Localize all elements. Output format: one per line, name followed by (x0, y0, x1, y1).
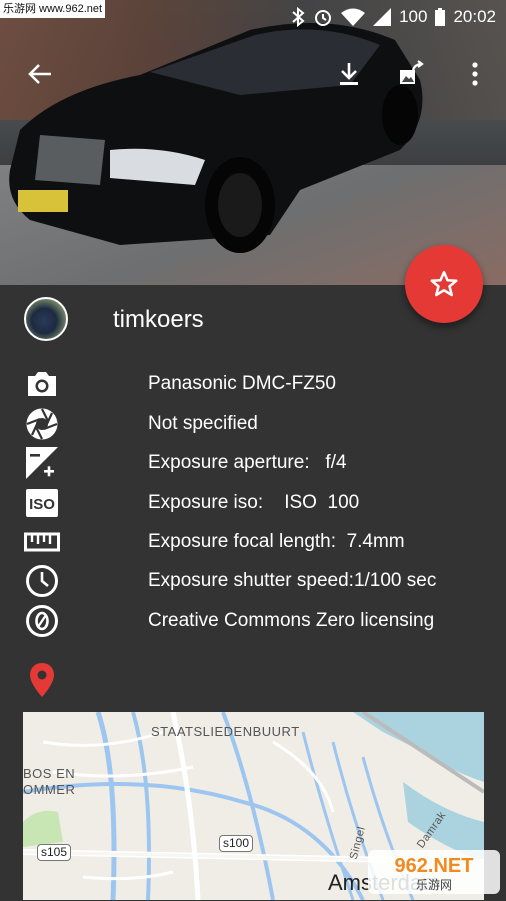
iso-icon: ISO (24, 485, 60, 521)
clock-icon (24, 563, 60, 599)
arrow-left-icon (28, 64, 51, 84)
logo-text: 962.NET (395, 855, 474, 877)
avatar[interactable] (24, 297, 68, 341)
map-label: STAATSLIEDENBUURT (151, 724, 300, 739)
aperture-icon (24, 406, 60, 442)
wifi-icon (341, 8, 366, 26)
info-row-license: Creative Commons Zero licensing (24, 603, 494, 639)
info-row-focal-length: Exposure focal length: 7.4mm (24, 524, 494, 560)
bluetooth-icon (291, 7, 305, 27)
site-watermark: 乐游网 www.962.net (0, 0, 106, 18)
info-row-exposure-aperture: Exposure aperture: f/4 (24, 445, 494, 481)
battery-icon (435, 8, 446, 26)
alarm-icon (313, 7, 333, 27)
exposure-iso: Exposure iso: ISO 100 (148, 492, 360, 513)
wallpaper-share-icon (400, 60, 424, 84)
site-logo: 962.NET 乐游网 (368, 848, 500, 896)
info-row-camera: Panasonic DMC-FZ50 (24, 366, 494, 402)
overflow-menu-button[interactable] (457, 56, 493, 92)
focal-length: Exposure focal length: 7.4mm (148, 531, 405, 552)
info-row-shutter-speed: Exposure shutter speed:1/100 sec (24, 563, 494, 599)
favorite-fab[interactable] (405, 245, 483, 323)
photo-hero (0, 0, 506, 285)
download-icon (340, 63, 358, 85)
author-avatar-wrap[interactable] (24, 297, 68, 341)
back-button[interactable] (22, 56, 58, 92)
download-button[interactable] (331, 56, 367, 92)
cc-zero-icon (24, 603, 60, 639)
camera-icon (24, 366, 60, 402)
road-shield: s100 (219, 835, 254, 852)
logo-subtext: 乐游网 (416, 878, 452, 892)
ruler-icon (24, 524, 60, 560)
info-row-iso: ISO Exposure iso: ISO 100 (24, 485, 494, 521)
battery-level: 100 (399, 7, 428, 26)
exposure-aperture: Exposure aperture: f/4 (148, 452, 347, 473)
car-photo (9, 22, 423, 253)
status-bar: 100 20:02 (256, 0, 506, 34)
clock-time: 20:02 (453, 7, 496, 26)
signal-icon (373, 8, 392, 26)
author-name[interactable]: timkoers (113, 306, 204, 334)
star-outline-icon (430, 270, 458, 297)
shutter-speed: Exposure shutter speed:1/100 sec (148, 570, 437, 591)
map-label: BOS EN (23, 766, 76, 781)
svg-text:ISO: ISO (29, 496, 55, 513)
set-wallpaper-button[interactable] (393, 56, 429, 92)
lens-info: Not specified (148, 413, 258, 434)
map-label: OMMER (23, 782, 76, 797)
more-vert-icon (472, 62, 478, 86)
camera-model: Panasonic DMC-FZ50 (148, 373, 336, 394)
exposure-icon (24, 445, 60, 481)
location-pin-icon (28, 662, 56, 703)
info-row-aperture-spec: Not specified (24, 406, 494, 442)
road-shield: s105 (37, 844, 72, 861)
license-text: Creative Commons Zero licensing (148, 610, 435, 631)
